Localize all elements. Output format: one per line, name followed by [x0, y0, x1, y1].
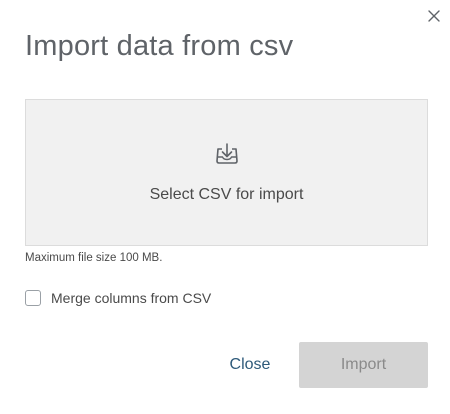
merge-columns-checkbox[interactable]	[25, 290, 41, 306]
close-icon[interactable]	[424, 6, 444, 26]
dialog-title: Import data from csv	[25, 30, 294, 62]
csv-dropzone[interactable]: Select CSV for import	[25, 99, 428, 246]
dropzone-label: Select CSV for import	[149, 186, 304, 203]
import-button[interactable]: Import	[299, 342, 428, 388]
file-size-hint: Maximum file size 100 MB.	[25, 252, 163, 264]
merge-columns-label: Merge columns from CSV	[51, 290, 212, 306]
merge-columns-option[interactable]: Merge columns from CSV	[25, 290, 211, 306]
download-tray-icon	[215, 143, 238, 164]
import-csv-dialog: Import data from csv Select CSV for impo…	[0, 0, 450, 414]
close-button[interactable]: Close	[218, 342, 282, 388]
